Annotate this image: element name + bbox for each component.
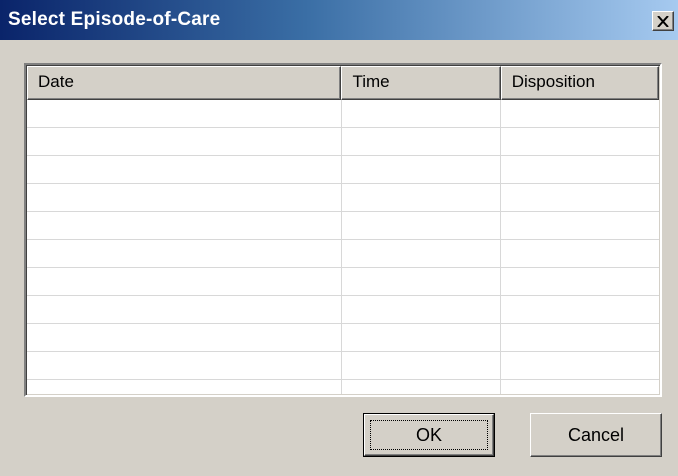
- column-header-time[interactable]: Time: [341, 66, 501, 100]
- column-header-date[interactable]: Date: [27, 66, 342, 100]
- table-row[interactable]: [27, 156, 659, 184]
- disposition-cell: [501, 324, 659, 351]
- date-cell: [27, 324, 342, 351]
- time-cell: [342, 240, 501, 267]
- table-row[interactable]: [27, 240, 659, 268]
- disposition-cell: [501, 268, 659, 295]
- close-button[interactable]: [652, 11, 674, 31]
- table-row[interactable]: [27, 324, 659, 352]
- disposition-cell: [501, 212, 659, 239]
- disposition-cell: [501, 296, 659, 323]
- table-row[interactable]: [27, 268, 659, 296]
- disposition-cell: [501, 240, 659, 267]
- ok-button[interactable]: OK: [363, 413, 495, 457]
- time-cell: [342, 156, 501, 183]
- select-episode-dialog: Select Episode-of-Care Date Time Disposi…: [0, 0, 678, 476]
- date-cell: [27, 100, 342, 127]
- table-row[interactable]: [27, 212, 659, 240]
- title-bar[interactable]: Select Episode-of-Care: [0, 0, 678, 40]
- time-cell: [342, 100, 501, 127]
- time-cell: [342, 380, 501, 394]
- table-row[interactable]: [27, 100, 659, 128]
- cancel-button-label: Cancel: [567, 424, 625, 445]
- date-cell: [27, 212, 342, 239]
- dialog-title: Select Episode-of-Care: [8, 9, 221, 30]
- disposition-cell: [501, 352, 659, 379]
- time-cell: [342, 128, 501, 155]
- date-cell: [27, 268, 342, 295]
- table-row[interactable]: [27, 128, 659, 156]
- table-body: [27, 100, 659, 394]
- date-cell: [27, 184, 342, 211]
- date-cell: [27, 240, 342, 267]
- table-row[interactable]: [27, 296, 659, 324]
- time-cell: [342, 212, 501, 239]
- table-row[interactable]: [27, 352, 659, 380]
- date-cell: [27, 128, 342, 155]
- table-row[interactable]: [27, 380, 659, 394]
- close-icon: [657, 15, 669, 27]
- disposition-cell: [501, 184, 659, 211]
- date-cell: [27, 380, 342, 394]
- disposition-cell: [501, 380, 659, 394]
- ok-button-label: OK: [415, 424, 442, 445]
- column-header-disposition[interactable]: Disposition: [500, 66, 659, 100]
- date-cell: [27, 156, 342, 183]
- time-cell: [342, 184, 501, 211]
- disposition-cell: [501, 156, 659, 183]
- date-cell: [27, 296, 342, 323]
- time-cell: [342, 296, 501, 323]
- table-row[interactable]: [27, 184, 659, 212]
- cancel-button[interactable]: Cancel: [530, 413, 662, 457]
- date-cell: [27, 352, 342, 379]
- time-cell: [342, 324, 501, 351]
- episode-list-table[interactable]: Date Time Disposition: [24, 63, 662, 397]
- time-cell: [342, 268, 501, 295]
- table-header: Date Time Disposition: [27, 66, 659, 100]
- time-cell: [342, 352, 501, 379]
- disposition-cell: [501, 100, 659, 127]
- disposition-cell: [501, 128, 659, 155]
